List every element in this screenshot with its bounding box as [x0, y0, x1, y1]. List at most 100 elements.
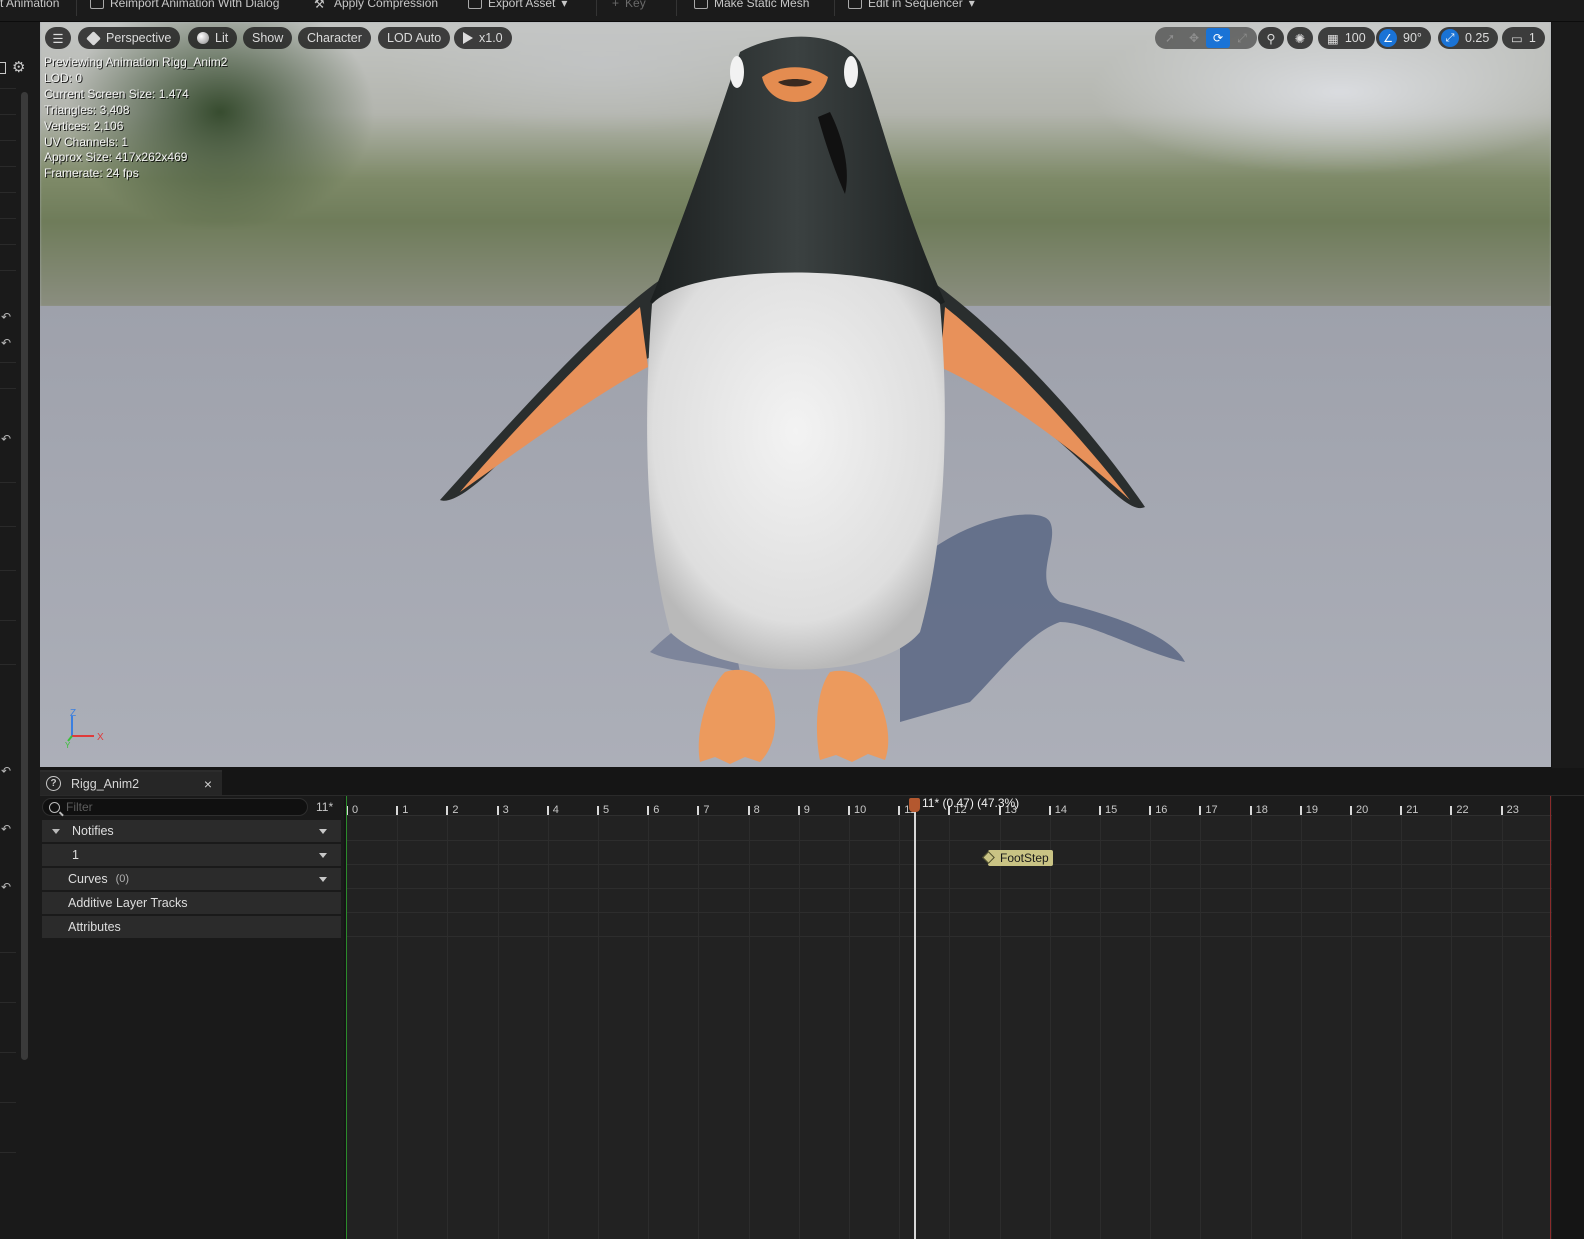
reset-arrow-icon[interactable]: ↶ — [1, 822, 15, 836]
camera-icon: ▭ — [1511, 31, 1523, 46]
scale-snap-button[interactable]: ⤢ 0.25 — [1438, 27, 1499, 49]
angle-icon: ∠ — [1379, 29, 1397, 47]
timeline-area[interactable]: 01234567891011121314151617181920212223 F… — [346, 796, 1552, 1239]
ruler-tick — [1350, 806, 1352, 815]
playback-speed-button[interactable]: x1.0 — [454, 27, 512, 49]
dropdown-icon[interactable] — [319, 877, 327, 882]
ruler-tick-label: 1 — [402, 804, 409, 816]
ruler-tick-label: 20 — [1356, 804, 1369, 816]
divider — [0, 114, 16, 115]
reset-arrow-icon[interactable]: ↶ — [1, 336, 15, 350]
toolbar-key-button[interactable]: + Key — [612, 0, 646, 12]
reset-arrow-icon[interactable]: ↶ — [1, 432, 15, 446]
chevron-down-icon[interactable] — [52, 828, 60, 834]
hamburger-icon: ☰ — [52, 31, 64, 46]
scale-tool-icon[interactable]: ⤢ — [1230, 28, 1254, 48]
frame-gridline — [397, 816, 399, 1239]
rotation-snap-button[interactable]: ∠ 90° — [1376, 27, 1431, 49]
translate-tool-icon[interactable]: ✥ — [1182, 28, 1206, 48]
scrub-line[interactable] — [914, 804, 916, 1239]
frame-gridline — [1250, 816, 1252, 1239]
frame-gridline — [497, 816, 499, 1239]
ruler-tick — [1450, 806, 1453, 815]
dropdown-icon[interactable] — [319, 829, 327, 834]
world-local-button[interactable]: ⚲ — [1258, 27, 1284, 49]
track-notifies[interactable]: Notifies — [42, 820, 341, 842]
details-panel-edge: ⚙ ↶ ↶ ↶ ↶ ↶ ↶ — [0, 22, 40, 1239]
ruler-tick — [597, 806, 599, 815]
frame-gridline — [899, 816, 901, 1239]
toolbar-make-static-mesh-button[interactable]: Make Static Mesh — [694, 0, 809, 12]
ruler-tick-label: 0 — [352, 804, 359, 816]
scrub-handle[interactable] — [909, 798, 920, 812]
ruler-tick-label: 15 — [1105, 804, 1118, 816]
toolbar-animation-button[interactable]: t Animation — [0, 0, 59, 12]
camera-speed-button[interactable]: ▭ 1 — [1502, 27, 1545, 49]
divider — [0, 952, 16, 953]
reset-arrow-icon[interactable]: ↶ — [1, 310, 15, 324]
track-curves[interactable]: Curves (0) — [42, 868, 341, 890]
tab-rigg-anim2[interactable]: ? Rigg_Anim2 × — [40, 770, 222, 795]
close-icon[interactable]: × — [204, 776, 212, 792]
ruler-tick — [647, 806, 650, 815]
stat-framerate: Framerate: 24 fps — [44, 166, 139, 181]
search-input[interactable] — [66, 800, 286, 814]
viewport-menu-button[interactable]: ☰ — [45, 27, 71, 49]
frame-gridline — [1100, 816, 1101, 1239]
toolbar-export-asset-button[interactable]: Export Asset ▾ — [468, 0, 567, 12]
notify-footstep[interactable]: FootStep — [982, 850, 1053, 866]
grid-icon: ▦ — [1327, 31, 1339, 46]
frame-gridline — [849, 816, 850, 1239]
toolbar-reimport-button[interactable]: Reimport Animation With Dialog — [90, 0, 279, 12]
divider — [0, 218, 16, 219]
divider — [0, 482, 16, 483]
dropdown-icon[interactable] — [319, 853, 327, 858]
frame-gridline — [949, 816, 951, 1239]
stat-vertices: Vertices: 2,106 — [44, 118, 124, 133]
track-attributes[interactable]: Attributes — [42, 916, 341, 938]
surface-snap-button[interactable]: ✺ — [1287, 27, 1313, 49]
tab-title: Rigg_Anim2 — [71, 776, 140, 791]
ruler-tick — [1099, 806, 1101, 815]
penguin-model — [440, 36, 1145, 764]
divider — [0, 1102, 16, 1103]
stat-screen-size: Current Screen Size: 1.474 — [44, 86, 189, 101]
character-button[interactable]: Character — [298, 27, 371, 49]
reset-arrow-icon[interactable]: ↶ — [1, 764, 15, 778]
preview-viewport[interactable]: ☰ Perspective Lit Show Character LOD Aut… — [40, 22, 1551, 767]
ruler-tick — [797, 806, 800, 815]
compression-icon: ⚒ — [314, 0, 325, 11]
stat-previewing: Previewing Animation Rigg_Anim2 — [44, 55, 228, 69]
coordinate-system-icon: ⚲ — [1266, 31, 1276, 46]
show-button[interactable]: Show — [243, 27, 293, 49]
toolbar-edit-in-sequencer-button[interactable]: Edit in Sequencer ▾ — [848, 0, 975, 12]
divider — [0, 1152, 16, 1153]
row-divider — [346, 912, 1552, 913]
ruler-tick-label: 8 — [753, 804, 760, 816]
details-scrollbar[interactable] — [21, 92, 28, 1060]
rotate-tool-icon[interactable]: ⟳ — [1206, 28, 1230, 48]
divider — [0, 362, 16, 363]
scrub-position-label: 11* (0.47) (47.3%) — [922, 796, 1020, 810]
reset-arrow-icon[interactable]: ↶ — [1, 880, 15, 894]
divider — [0, 620, 16, 621]
lit-button[interactable]: Lit — [188, 27, 238, 49]
grid-snap-button[interactable]: ▦ 100 — [1318, 27, 1375, 49]
frame-gridline — [999, 816, 1001, 1239]
perspective-button[interactable]: Perspective — [78, 27, 181, 49]
frame-gridline — [698, 816, 700, 1239]
track-additive-layer[interactable]: Additive Layer Tracks — [42, 892, 341, 914]
lod-button[interactable]: LOD Auto — [378, 27, 451, 49]
frame-gridline — [1451, 816, 1453, 1239]
toolbar-apply-compression-button[interactable]: ⚒ Apply Compression — [314, 0, 438, 12]
track-notify-1[interactable]: 1 — [42, 844, 341, 866]
divider — [0, 664, 16, 665]
gear-icon[interactable]: ⚙ — [12, 60, 25, 76]
axis-gizmo: Z X Y — [65, 708, 104, 748]
help-icon[interactable]: ? — [46, 776, 61, 791]
filter-field[interactable] — [42, 798, 308, 816]
ruler-tick-label: 6 — [653, 804, 660, 816]
frame-gridline — [1401, 816, 1403, 1239]
ruler-tick — [697, 806, 700, 815]
select-tool-icon[interactable]: ➚ — [1158, 28, 1182, 48]
